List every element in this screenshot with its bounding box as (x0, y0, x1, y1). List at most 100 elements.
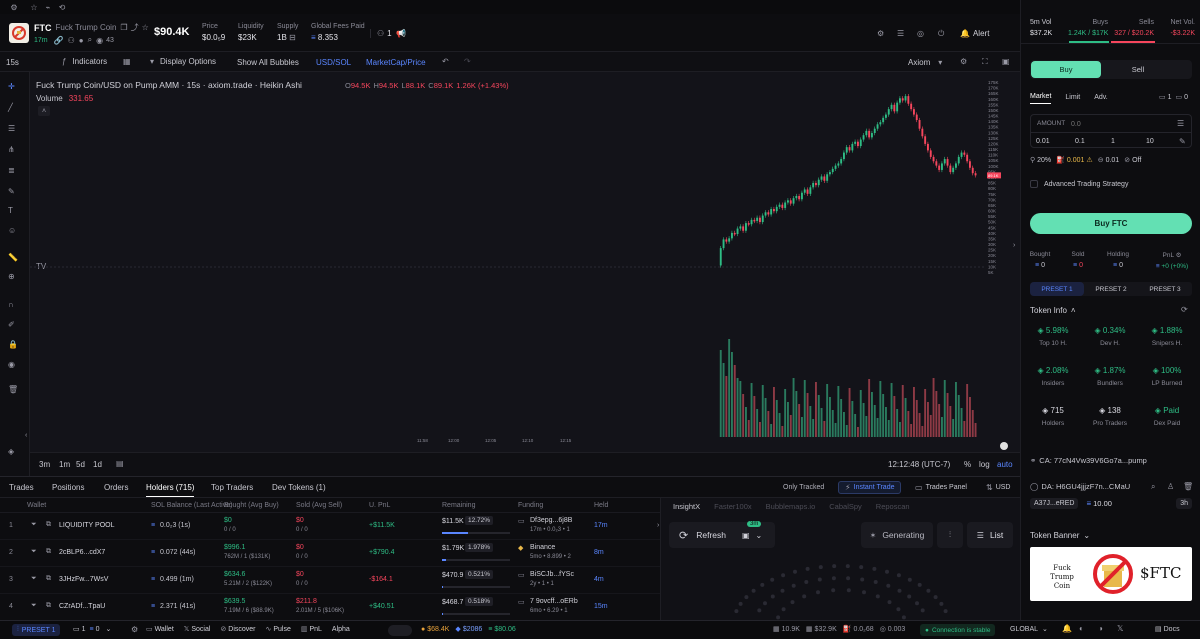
amount-preset-2[interactable]: 0.1 (1075, 138, 1085, 145)
edit-icon[interactable]: ✎ (1179, 137, 1186, 146)
bubble-node[interactable] (875, 594, 880, 599)
bubble-node[interactable] (757, 608, 762, 613)
range-1d[interactable]: 1d (93, 460, 102, 469)
tab-adv[interactable]: Adv. (1094, 94, 1108, 104)
power-icon[interactable]: ⏻ (938, 29, 944, 39)
fullscreen-icon[interactable]: ⛶ (982, 57, 988, 67)
indicators-button[interactable]: ƒ Indicators (62, 57, 107, 66)
bubble-node[interactable] (781, 607, 786, 612)
refresh-icon[interactable]: ⟳ (1181, 305, 1188, 314)
search-icon[interactable]: ⌕ (88, 35, 92, 45)
bubble-node[interactable] (896, 573, 901, 578)
mcap-price-toggle[interactable]: MarketCap/Price (366, 58, 426, 67)
token-info-header[interactable]: Token Info ˄ (1030, 306, 1076, 315)
bubble-node[interactable] (744, 595, 749, 600)
log-toggle[interactable]: log (979, 460, 990, 469)
bubble-node[interactable] (846, 588, 851, 593)
search-icon[interactable]: ⌕ (1151, 482, 1155, 492)
discord-icon[interactable]: ◑ (1098, 624, 1103, 633)
bubble-node[interactable] (897, 588, 902, 593)
bubble-node[interactable] (917, 582, 922, 587)
filter-icon[interactable]: ⏷ (31, 521, 37, 529)
star-icon[interactable]: ☆ (29, 3, 39, 12)
tab-faster100x[interactable]: Faster100x (714, 502, 752, 511)
bubble-node[interactable] (760, 582, 765, 587)
tab-market[interactable]: Market (1030, 93, 1052, 104)
table-row[interactable]: 2 ⏷ ⧉ 2cBLP6...cdX7 ≡ 0.072 (44s) $996.1… (0, 540, 660, 567)
tab-reposcan[interactable]: Reposcan (876, 502, 910, 511)
range-3m[interactable]: 3m (39, 460, 50, 469)
palette-icon[interactable]: ◐ (1079, 624, 1084, 633)
tab-orders[interactable]: Orders (104, 483, 128, 492)
tab-insightx[interactable]: InsightX (673, 502, 700, 511)
wallet-selector[interactable]: ▭ 1 ≡ 0 ⌄ (73, 625, 111, 634)
ruler-icon[interactable]: 📏 (8, 253, 18, 262)
generating-button[interactable]: ✶ Generating (861, 522, 933, 548)
funding-source[interactable]: 7 9ovcff...oERb (530, 598, 578, 605)
dev-wallet-row[interactable]: A37J...eRED ≡ 10.00 3h (1030, 497, 1192, 510)
percent-toggle[interactable]: % (964, 460, 971, 469)
zoom-in-icon[interactable]: ⊕ (8, 272, 15, 281)
scroll-handle[interactable] (1000, 442, 1008, 450)
wallet-address[interactable]: 2cBLP6...cdX7 (59, 549, 105, 556)
display-options-button[interactable]: ▾ Display Options (150, 57, 216, 66)
tab-cabalspy[interactable]: CabalSpy (829, 502, 862, 511)
nav-pnl[interactable]: ▥ PnL (301, 625, 322, 633)
bubble-node[interactable] (887, 600, 892, 605)
lock-icon[interactable]: 🔒 (8, 340, 18, 349)
bubble-node[interactable] (790, 600, 795, 605)
external-link-icon[interactable]: ⧉ (46, 602, 51, 610)
trades-panel-button[interactable]: ▭ Trades Panel (915, 483, 967, 492)
layout-icon[interactable]: ▦ (123, 57, 131, 66)
bubble-node[interactable] (734, 609, 739, 614)
target-icon[interactable]: ◎ (917, 29, 924, 38)
bubble-node[interactable] (886, 583, 891, 588)
star-icon[interactable]: ☆ (142, 23, 149, 32)
nav-alpha[interactable]: Alpha (332, 626, 350, 633)
eye-icon[interactable]: ◉ (8, 360, 15, 369)
sell-tab[interactable]: Sell (1110, 61, 1166, 78)
bubble-node[interactable] (907, 577, 912, 582)
bubble-node[interactable] (776, 615, 781, 620)
user-profile-icon[interactable]: ♙ (1167, 482, 1174, 491)
wallet-address[interactable]: 3JHzFw...7WsV (59, 576, 108, 583)
tab-dev-tokens[interactable]: Dev Tokens (1) (272, 483, 326, 492)
bubble-node[interactable] (933, 595, 938, 600)
wallet-address[interactable]: LIQUIDITY POOL (59, 522, 115, 529)
bubble-node[interactable] (770, 594, 775, 599)
list-icon[interactable]: ☰ (1177, 119, 1184, 128)
bubble-node[interactable] (770, 577, 775, 582)
chevron-left-icon[interactable]: ‹ (25, 432, 27, 439)
calendar-icon[interactable]: ▤ (116, 459, 124, 468)
source-select[interactable]: Axiom ▾ (908, 58, 942, 67)
settings-icon[interactable]: ⚙ (131, 625, 138, 634)
bubble-node[interactable] (907, 594, 912, 599)
share-icon[interactable]: ⤴ (131, 22, 139, 33)
bubble-node[interactable] (791, 583, 796, 588)
currency-toggle[interactable]: USD/SOL (316, 58, 351, 67)
eye-icon[interactable]: ◉ (96, 36, 103, 45)
preset-selector[interactable]: ⫶ PRESET 1 (12, 624, 61, 636)
external-link-icon[interactable]: ⧉ (46, 521, 51, 529)
brush-icon[interactable]: ✎ (8, 187, 15, 196)
preset-1-tab[interactable]: PRESET 1 (1030, 282, 1084, 296)
preset-2-tab[interactable]: PRESET 2 (1084, 282, 1138, 296)
bubble-node[interactable] (818, 565, 823, 570)
bubble-node[interactable] (831, 576, 836, 581)
interval-select[interactable]: 15s (6, 58, 19, 67)
bubble-node[interactable] (862, 590, 866, 595)
tab-positions[interactable]: Positions (52, 483, 84, 492)
amount-input[interactable] (1071, 118, 1171, 130)
wallet-counts[interactable]: ▭ 1 ▭ 0 (1159, 93, 1188, 102)
filter-icon[interactable]: ⏷ (31, 548, 37, 556)
chart-time[interactable]: 12:12:48 (UTC-7) (888, 460, 950, 469)
layers-icon[interactable]: ◈ (8, 447, 14, 456)
bubble-node[interactable] (780, 588, 785, 593)
amount-preset-3[interactable]: 1 (1111, 138, 1115, 145)
bubble-node[interactable] (817, 577, 822, 582)
range-5d[interactable]: 5d (76, 460, 85, 469)
tab-trades[interactable]: Trades (9, 483, 34, 492)
filter-icon[interactable]: ⏷ (31, 602, 37, 610)
token-toggle[interactable] (388, 625, 412, 636)
bubble-node[interactable] (896, 607, 901, 612)
